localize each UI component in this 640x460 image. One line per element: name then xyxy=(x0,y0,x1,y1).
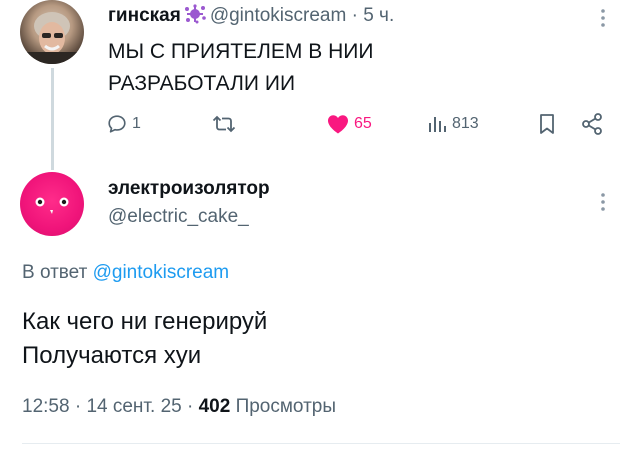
views-count: 813 xyxy=(452,115,479,132)
pink-cake-face-icon xyxy=(35,197,69,214)
separator-dot: · xyxy=(186,396,194,417)
like-count: 65 xyxy=(354,115,372,132)
views-chart-icon xyxy=(426,113,448,135)
parent-tweet-header: гинская @gintokiscream · 5 ч. xyxy=(108,4,394,30)
views-button[interactable]: 813 xyxy=(426,108,479,140)
timestamp[interactable]: 5 ч. xyxy=(363,5,394,26)
thread-line xyxy=(51,68,54,170)
splat-badge-icon xyxy=(184,4,206,30)
more-options-icon[interactable] xyxy=(598,190,608,214)
share-button[interactable] xyxy=(580,108,604,140)
heart-filled-icon xyxy=(326,113,350,135)
avatar[interactable] xyxy=(20,0,84,64)
date[interactable]: 14 сент. 25 xyxy=(86,396,181,417)
share-icon xyxy=(580,112,604,136)
handle[interactable]: @electric_cake_ xyxy=(108,206,249,228)
divider xyxy=(22,443,620,444)
tweet-text-line: МЫ С ПРИЯТЕЛЕМ В НИИ xyxy=(108,40,374,63)
display-name[interactable]: электроизолятор xyxy=(108,178,270,200)
display-name[interactable]: гинская xyxy=(108,5,181,26)
bookmark-button[interactable] xyxy=(536,108,558,140)
reply-icon xyxy=(106,113,128,135)
tweet-text: МЫ С ПРИЯТЕЛЕМ В НИИ РАЗРАБОТАЛИ ИИ xyxy=(108,36,588,100)
tweet-text-line: Получаются хуи xyxy=(22,342,202,369)
retweet-button[interactable] xyxy=(212,108,240,140)
mention-link[interactable]: @gintokiscream xyxy=(93,262,230,283)
tweet-actions: 1 65 813 xyxy=(106,108,616,140)
replying-to: В ответ @gintokiscream xyxy=(22,262,229,284)
reply-count: 1 xyxy=(132,115,141,132)
views-count: 402 xyxy=(198,396,231,417)
views-label: Просмотры xyxy=(235,396,337,417)
separator-dot: · xyxy=(74,396,82,417)
tweet-text-line: Как чего ни генерируй xyxy=(22,308,268,335)
replying-prefix: В ответ xyxy=(22,262,88,283)
separator-dot: · xyxy=(351,5,358,26)
parent-tweet[interactable]: гинская @gintokiscream · 5 ч. МЫ С ПРИЯТЕ… xyxy=(0,0,640,170)
tweet-meta: 12:58 · 14 сент. 25 · 402 Просмотры xyxy=(22,396,336,418)
timestamp[interactable]: 12:58 xyxy=(22,396,70,417)
tweet-text: Как чего ни генерируй Получаются хуи xyxy=(22,305,582,373)
tweet-text-line: РАЗРАБОТАЛИ ИИ xyxy=(108,72,296,95)
retweet-icon xyxy=(212,113,236,135)
bookmark-icon xyxy=(536,112,558,136)
reply-button[interactable]: 1 xyxy=(106,108,141,140)
more-options-icon[interactable] xyxy=(598,6,608,30)
handle[interactable]: @gintokiscream xyxy=(210,5,347,26)
avatar-photo-icon xyxy=(20,12,84,64)
like-button[interactable]: 65 xyxy=(326,108,372,140)
avatar[interactable] xyxy=(20,172,84,236)
